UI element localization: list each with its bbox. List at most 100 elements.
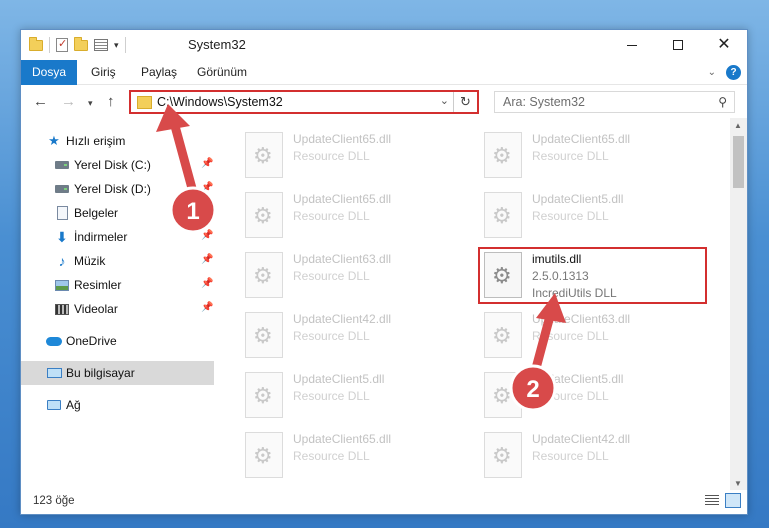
folder-icon (137, 96, 152, 109)
navigation-bar: ← → ▾ ↑ C:\Windows\System32 ⌄ ↻ Ara: Sys… (21, 86, 747, 118)
file-type: Resource DLL (293, 329, 370, 343)
downloads-icon: ⬇ (56, 228, 68, 245)
file-name: UpdateClient42.dll (293, 312, 392, 326)
sidebar-item-videos[interactable]: Videolar 📌 (21, 298, 214, 320)
pin-icon[interactable]: 📌 (201, 230, 213, 241)
back-arrow-icon[interactable]: ← (33, 93, 48, 110)
sidebar-item-network[interactable]: Ağ (21, 394, 214, 416)
vertical-scrollbar[interactable]: ▲ ▼ (730, 118, 747, 492)
drive-icon (54, 158, 70, 172)
scroll-up-icon[interactable]: ▲ (734, 121, 742, 130)
file-tile[interactable]: UpdateClient65.dll Resource DLL (241, 428, 461, 486)
sidebar-item-label: OneDrive (66, 334, 117, 348)
tab-share[interactable]: Paylaş (129, 60, 189, 85)
chevron-down-icon[interactable]: ⌄ (440, 94, 449, 107)
file-name: UpdateClient5.dll (532, 372, 624, 386)
refresh-icon[interactable]: ↻ (453, 92, 477, 112)
sidebar-item-documents[interactable]: Belgeler 📌 (21, 202, 214, 224)
file-type: Resource DLL (293, 449, 370, 463)
pin-icon[interactable]: 📌 (201, 302, 213, 313)
folder-icon[interactable] (29, 36, 43, 51)
pin-icon[interactable]: 📌 (201, 278, 213, 289)
file-name: UpdateClient65.dll (532, 132, 631, 146)
forward-arrow-icon[interactable]: → (61, 93, 76, 110)
dll-file-icon (245, 192, 283, 238)
list-properties-icon[interactable] (94, 39, 108, 51)
expand-ribbon-icon[interactable]: ⌄ (708, 67, 716, 78)
pin-icon[interactable]: 📌 (201, 158, 213, 169)
videos-icon (54, 302, 70, 316)
new-folder-icon[interactable] (74, 36, 88, 51)
music-icon: ♪ (58, 253, 66, 269)
file-tile[interactable]: UpdateClient63.dll Resource DLL (241, 248, 461, 306)
highlight-box (478, 247, 707, 304)
ribbon-controls: ⌄ ? (708, 65, 741, 80)
search-input[interactable]: Ara: System32 ⚲ (494, 91, 735, 113)
pin-icon[interactable]: 📌 (201, 254, 213, 265)
address-path[interactable]: C:\Windows\System32 (157, 95, 283, 109)
pictures-icon (54, 278, 70, 292)
file-name: UpdateClient5.dll (293, 372, 385, 386)
file-tile[interactable]: UpdateClient5.dll Resource DLL (480, 188, 700, 246)
dll-file-icon (245, 252, 283, 298)
scroll-thumb[interactable] (733, 136, 744, 188)
file-name: UpdateClient63.dll (293, 252, 392, 266)
sidebar-item-pictures[interactable]: Resimler 📌 (21, 274, 214, 296)
scroll-down-icon[interactable]: ▼ (734, 479, 742, 488)
sidebar-item-label: Müzik (74, 254, 106, 268)
star-icon: ★ (48, 133, 60, 148)
file-tile[interactable]: UpdateClient65.dll Resource DLL (480, 128, 700, 186)
tab-home[interactable]: Giriş (79, 60, 128, 85)
search-placeholder: Ara: System32 (503, 95, 585, 109)
up-arrow-icon[interactable]: ↑ (107, 93, 115, 110)
close-icon: ✕ (717, 36, 731, 53)
dll-file-icon (484, 192, 522, 238)
dll-file-icon (245, 132, 283, 178)
sidebar-item-local-disk-c[interactable]: Yerel Disk (C:) 📌 (21, 154, 214, 176)
maximize-button[interactable] (655, 30, 701, 60)
details-view-icon[interactable] (705, 495, 719, 507)
file-tile[interactable]: UpdateClient63.dll Resource DLL (480, 308, 700, 366)
drive-icon (54, 182, 70, 196)
file-tile[interactable]: UpdateClient65.dll Resource DLL (241, 188, 461, 246)
documents-icon (54, 206, 70, 220)
file-list: UpdateClient65.dll Resource DLL UpdateCl… (235, 118, 735, 492)
sidebar-item-music[interactable]: ♪ Müzik 📌 (21, 250, 214, 272)
file-tile[interactable]: UpdateClient5.dll Resource DLL (241, 368, 461, 426)
item-count: 123 öğe (33, 495, 75, 507)
close-button[interactable]: ✕ (701, 30, 747, 60)
pin-icon[interactable]: 📌 (201, 182, 213, 193)
properties-check-icon[interactable] (56, 37, 68, 52)
tab-file[interactable]: Dosya (21, 60, 77, 85)
sidebar-item-label: Yerel Disk (D:) (74, 182, 151, 196)
sidebar-item-label: Resimler (74, 278, 122, 292)
sidebar-item-downloads[interactable]: ⬇ İndirmeler 📌 (21, 226, 214, 248)
pin-icon[interactable]: 📌 (201, 206, 213, 217)
file-tile[interactable]: UpdateClient5.dll Resource DLL (480, 368, 700, 426)
navigation-pane: ★ Hızlı erişim Yerel Disk (C:) 📌 Yerel D… (21, 118, 214, 492)
sidebar-item-label: Belgeler (74, 206, 119, 220)
address-bar[interactable]: C:\Windows\System32 ⌄ ↻ (129, 90, 479, 114)
file-name: UpdateClient65.dll (293, 192, 392, 206)
minimize-button[interactable] (609, 30, 655, 60)
ribbon-tabs: Dosya Giriş Paylaş Görünüm ⌄ ? (21, 60, 747, 85)
file-type: Resource DLL (532, 449, 609, 463)
title-bar: ▾ System32 ✕ (21, 30, 747, 60)
file-tile[interactable]: UpdateClient42.dll Resource DLL (241, 308, 461, 366)
quick-access-toolbar: ▾ (29, 36, 126, 53)
sidebar-item-quick-access[interactable]: ★ Hızlı erişim (21, 130, 214, 152)
sidebar-item-local-disk-d[interactable]: Yerel Disk (D:) 📌 (21, 178, 214, 200)
sidebar-item-label: Hızlı erişim (66, 134, 126, 148)
tab-view[interactable]: Görünüm (185, 60, 259, 85)
file-tile[interactable]: UpdateClient42.dll Resource DLL (480, 428, 700, 486)
tiles-view-icon[interactable] (725, 493, 741, 508)
chevron-down-icon[interactable]: ▾ (114, 40, 119, 51)
sidebar-item-label: Videolar (74, 302, 118, 316)
sidebar-item-this-pc[interactable]: Bu bilgisayar (21, 361, 214, 385)
help-icon[interactable]: ? (726, 65, 741, 80)
recent-locations-chevron-icon[interactable]: ▾ (88, 98, 93, 109)
file-tile[interactable]: UpdateClient65.dll Resource DLL (241, 128, 461, 186)
search-icon[interactable]: ⚲ (718, 95, 727, 109)
dll-file-icon (484, 312, 522, 358)
sidebar-item-onedrive[interactable]: OneDrive (21, 330, 214, 352)
